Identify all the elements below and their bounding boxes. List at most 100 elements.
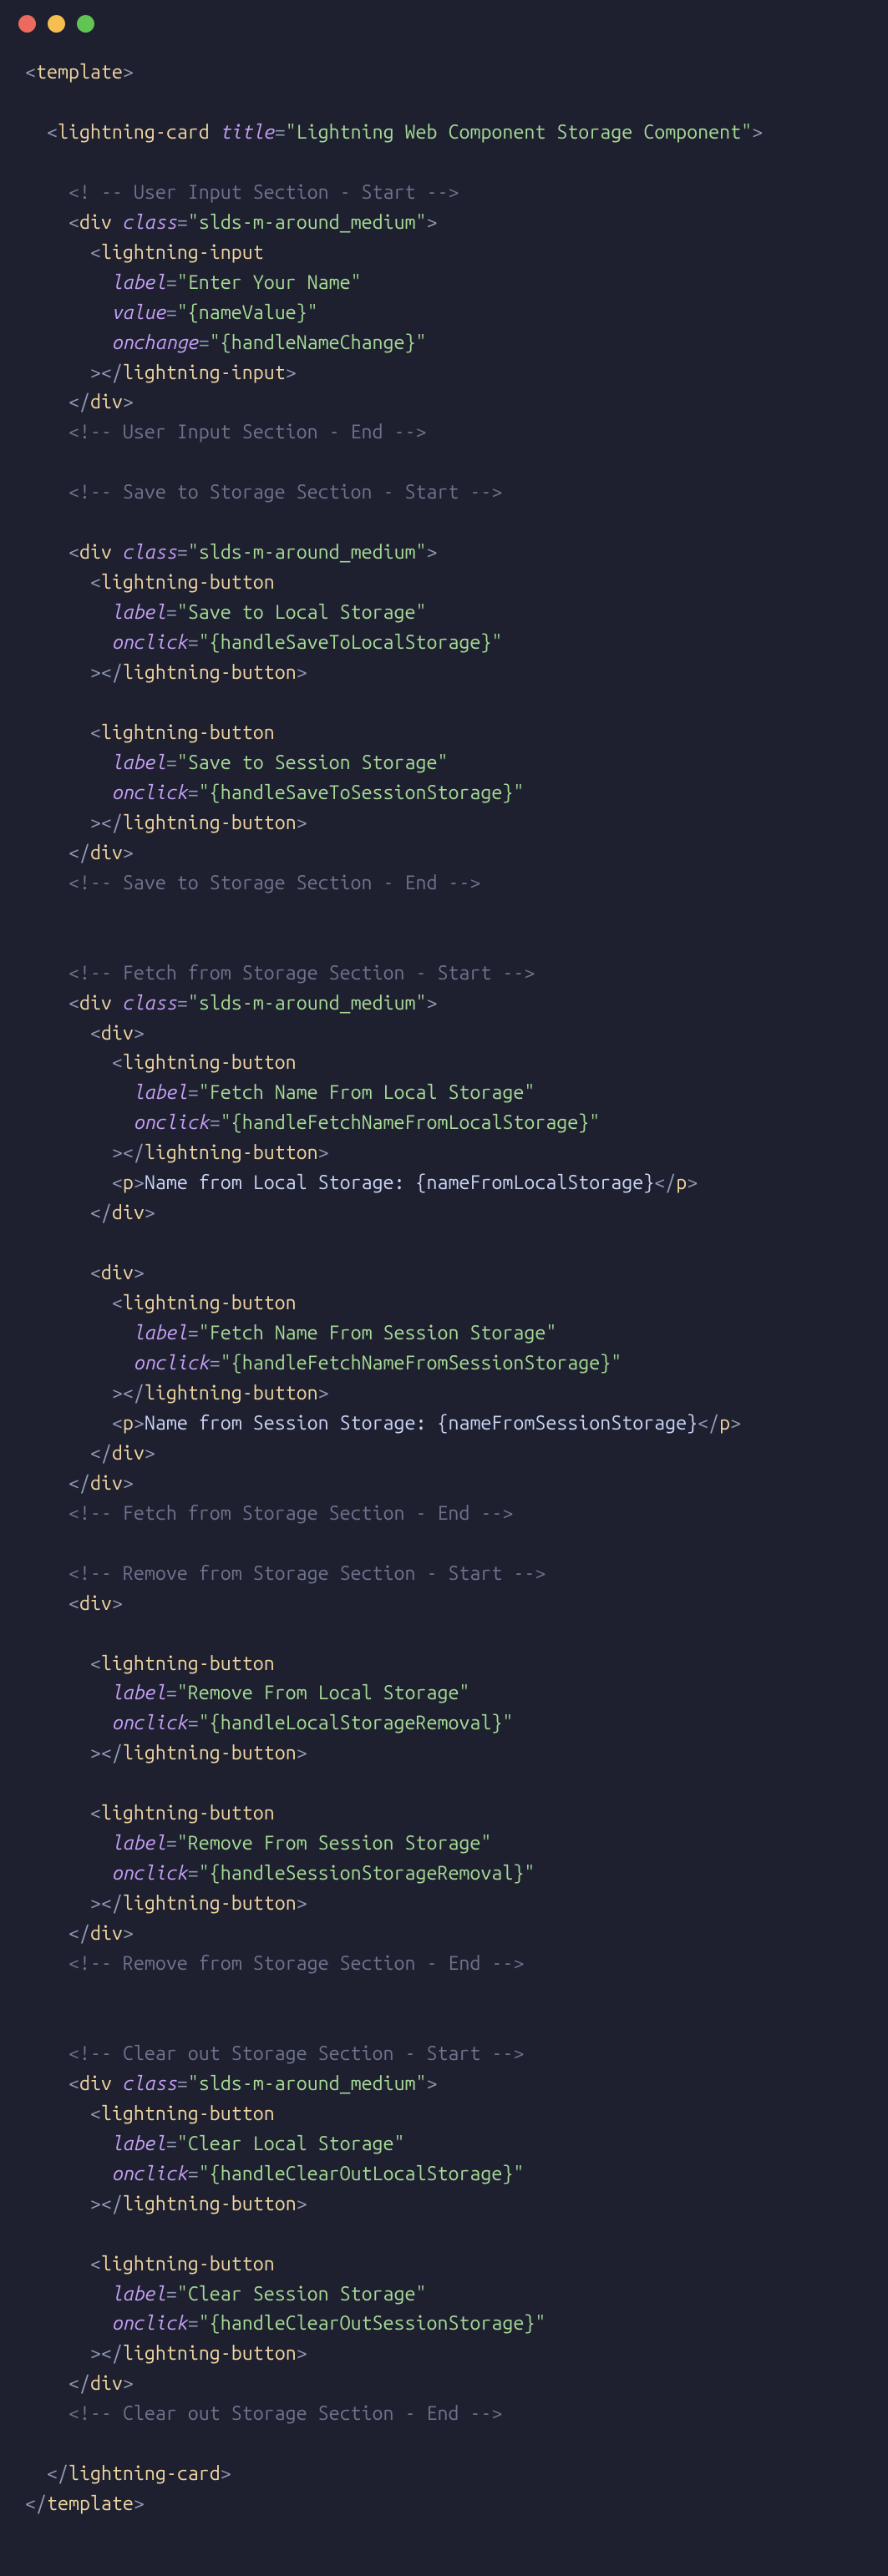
- punct-sl: /: [101, 1202, 112, 1223]
- window-maximize-icon[interactable]: [77, 15, 94, 33]
- punct-lt: <: [69, 992, 79, 1014]
- punct-sl: /: [112, 812, 123, 833]
- window-titlebar: [0, 0, 888, 41]
- punct-sl: /: [112, 362, 123, 383]
- punct-sl: /: [112, 1742, 123, 1764]
- punct-eq: =: [166, 601, 177, 623]
- comment-fetch-end: <!-- Fetch from Storage Section - End --…: [69, 1502, 513, 1524]
- tag-lightning-card: lightning-card: [58, 121, 210, 143]
- punct-lt: <: [90, 2103, 101, 2124]
- punct-eq: =: [166, 301, 177, 323]
- punct-lt: <: [101, 661, 112, 683]
- punct-eq: =: [177, 992, 188, 1014]
- punct-lt: <: [25, 2492, 36, 2514]
- tag-template-close: template: [47, 2492, 134, 2514]
- attr-title: title: [221, 121, 275, 143]
- tag-div: div: [79, 211, 112, 233]
- str-slds: "slds-m-around_medium": [188, 992, 427, 1014]
- punct-gt: >: [134, 1262, 145, 1283]
- punct-eq: =: [177, 2072, 188, 2094]
- punct-gt: >: [730, 1412, 741, 1434]
- comment-save-start: <!-- Save to Storage Section - Start -->: [69, 481, 502, 503]
- comment-remove-start: <!-- Remove from Storage Section - Start…: [69, 1562, 545, 1584]
- punct-eq: =: [177, 541, 188, 563]
- punct-eq: =: [210, 1111, 221, 1133]
- punct-gt: >: [687, 1172, 698, 1193]
- tag-lightning-button-close: lightning-button: [123, 2342, 297, 2364]
- punct-lt: <: [69, 2372, 79, 2394]
- attr-onclick: onclick: [112, 631, 188, 653]
- tag-lightning-button: lightning-button: [101, 1802, 275, 1824]
- tag-div: div: [79, 992, 112, 1014]
- tag-lightning-button: lightning-button: [101, 2103, 275, 2124]
- attr-label: label: [134, 1322, 188, 1344]
- punct-gt: >: [112, 1382, 123, 1404]
- comment-clear-start: <!-- Clear out Storage Section - Start -…: [69, 2042, 524, 2064]
- str-h-save-local: "{handleSaveToLocalStorage}": [199, 631, 503, 653]
- punct-eq: =: [188, 1322, 199, 1344]
- str-name-value: "{nameValue}": [177, 301, 318, 323]
- punct-lt: <: [101, 362, 112, 383]
- punct-eq: =: [177, 211, 188, 233]
- tag-lightning-button: lightning-button: [123, 1292, 297, 1313]
- punct-lt: <: [654, 1172, 665, 1193]
- punct-gt: >: [134, 1412, 145, 1434]
- punct-eq: =: [166, 2133, 177, 2154]
- tag-lightning-button-close: lightning-button: [123, 1742, 297, 1764]
- punct-eq: =: [199, 331, 210, 353]
- punct-lt: <: [90, 1022, 101, 1044]
- punct-lt: <: [112, 1172, 123, 1193]
- punct-gt: >: [145, 1442, 155, 1464]
- punct-sl: /: [79, 1922, 90, 1944]
- tag-div-close: div: [90, 1472, 123, 1494]
- tag-div-close: div: [90, 1922, 123, 1944]
- punct-sl: /: [112, 1892, 123, 1914]
- tag-lightning-button-close: lightning-button: [123, 661, 297, 683]
- attr-label: label: [112, 2283, 166, 2305]
- punct-lt: <: [101, 2193, 112, 2214]
- code-window: <template> <lightning-card title="Lightn…: [0, 0, 888, 2553]
- punct-gt: >: [318, 1141, 329, 1163]
- punct-sl: /: [134, 1382, 145, 1404]
- punct-gt: >: [427, 211, 438, 233]
- punct-gt: >: [123, 1472, 134, 1494]
- punct-eq: =: [166, 2283, 177, 2305]
- attr-onclick: onclick: [112, 1862, 188, 1884]
- tag-p: p: [123, 1412, 134, 1434]
- str-remove-local: "Remove From Local Storage": [177, 1682, 470, 1703]
- punct-lt: <: [123, 1382, 134, 1404]
- punct-lt: <: [69, 1592, 79, 1614]
- tag-lightning-button: lightning-button: [101, 571, 275, 593]
- tag-div: div: [101, 1022, 134, 1044]
- window-minimize-icon[interactable]: [48, 15, 65, 33]
- punct-eq: =: [166, 271, 177, 293]
- punct-gt: >: [427, 992, 438, 1014]
- punct-eq: =: [188, 2312, 199, 2334]
- tag-template: template: [36, 61, 123, 83]
- tag-p-close: p: [719, 1412, 730, 1434]
- tag-lightning-button-close: lightning-button: [145, 1382, 318, 1404]
- tag-div-close: div: [112, 1442, 145, 1464]
- punct-lt: <: [90, 721, 101, 743]
- punct-gt: >: [297, 2193, 307, 2214]
- str-remove-session: "Remove From Session Storage": [177, 1832, 492, 1854]
- punct-gt: >: [123, 842, 134, 863]
- tag-lightning-button: lightning-button: [101, 721, 275, 743]
- punct-lt: <: [112, 1292, 123, 1313]
- punct-sl: /: [708, 1412, 719, 1434]
- attr-class: class: [123, 2072, 177, 2094]
- punct-lt: <: [90, 2253, 101, 2275]
- window-close-icon[interactable]: [18, 15, 36, 33]
- comment-fetch-start: <!-- Fetch from Storage Section - Start …: [69, 962, 535, 984]
- tag-div-close: div: [90, 842, 123, 863]
- attr-onchange: onchange: [112, 331, 199, 353]
- str-save-local: "Save to Local Storage": [177, 601, 427, 623]
- punct-lt: <: [47, 121, 58, 143]
- attr-onclick: onclick: [112, 1712, 188, 1733]
- text-p-local: Name from Local Storage: {nameFromLocalS…: [145, 1172, 654, 1193]
- punct-gt: >: [123, 61, 134, 83]
- punct-sl: /: [665, 1172, 676, 1193]
- punct-sl: /: [79, 2372, 90, 2394]
- punct-eq: =: [210, 1352, 221, 1374]
- attr-value: value: [112, 301, 166, 323]
